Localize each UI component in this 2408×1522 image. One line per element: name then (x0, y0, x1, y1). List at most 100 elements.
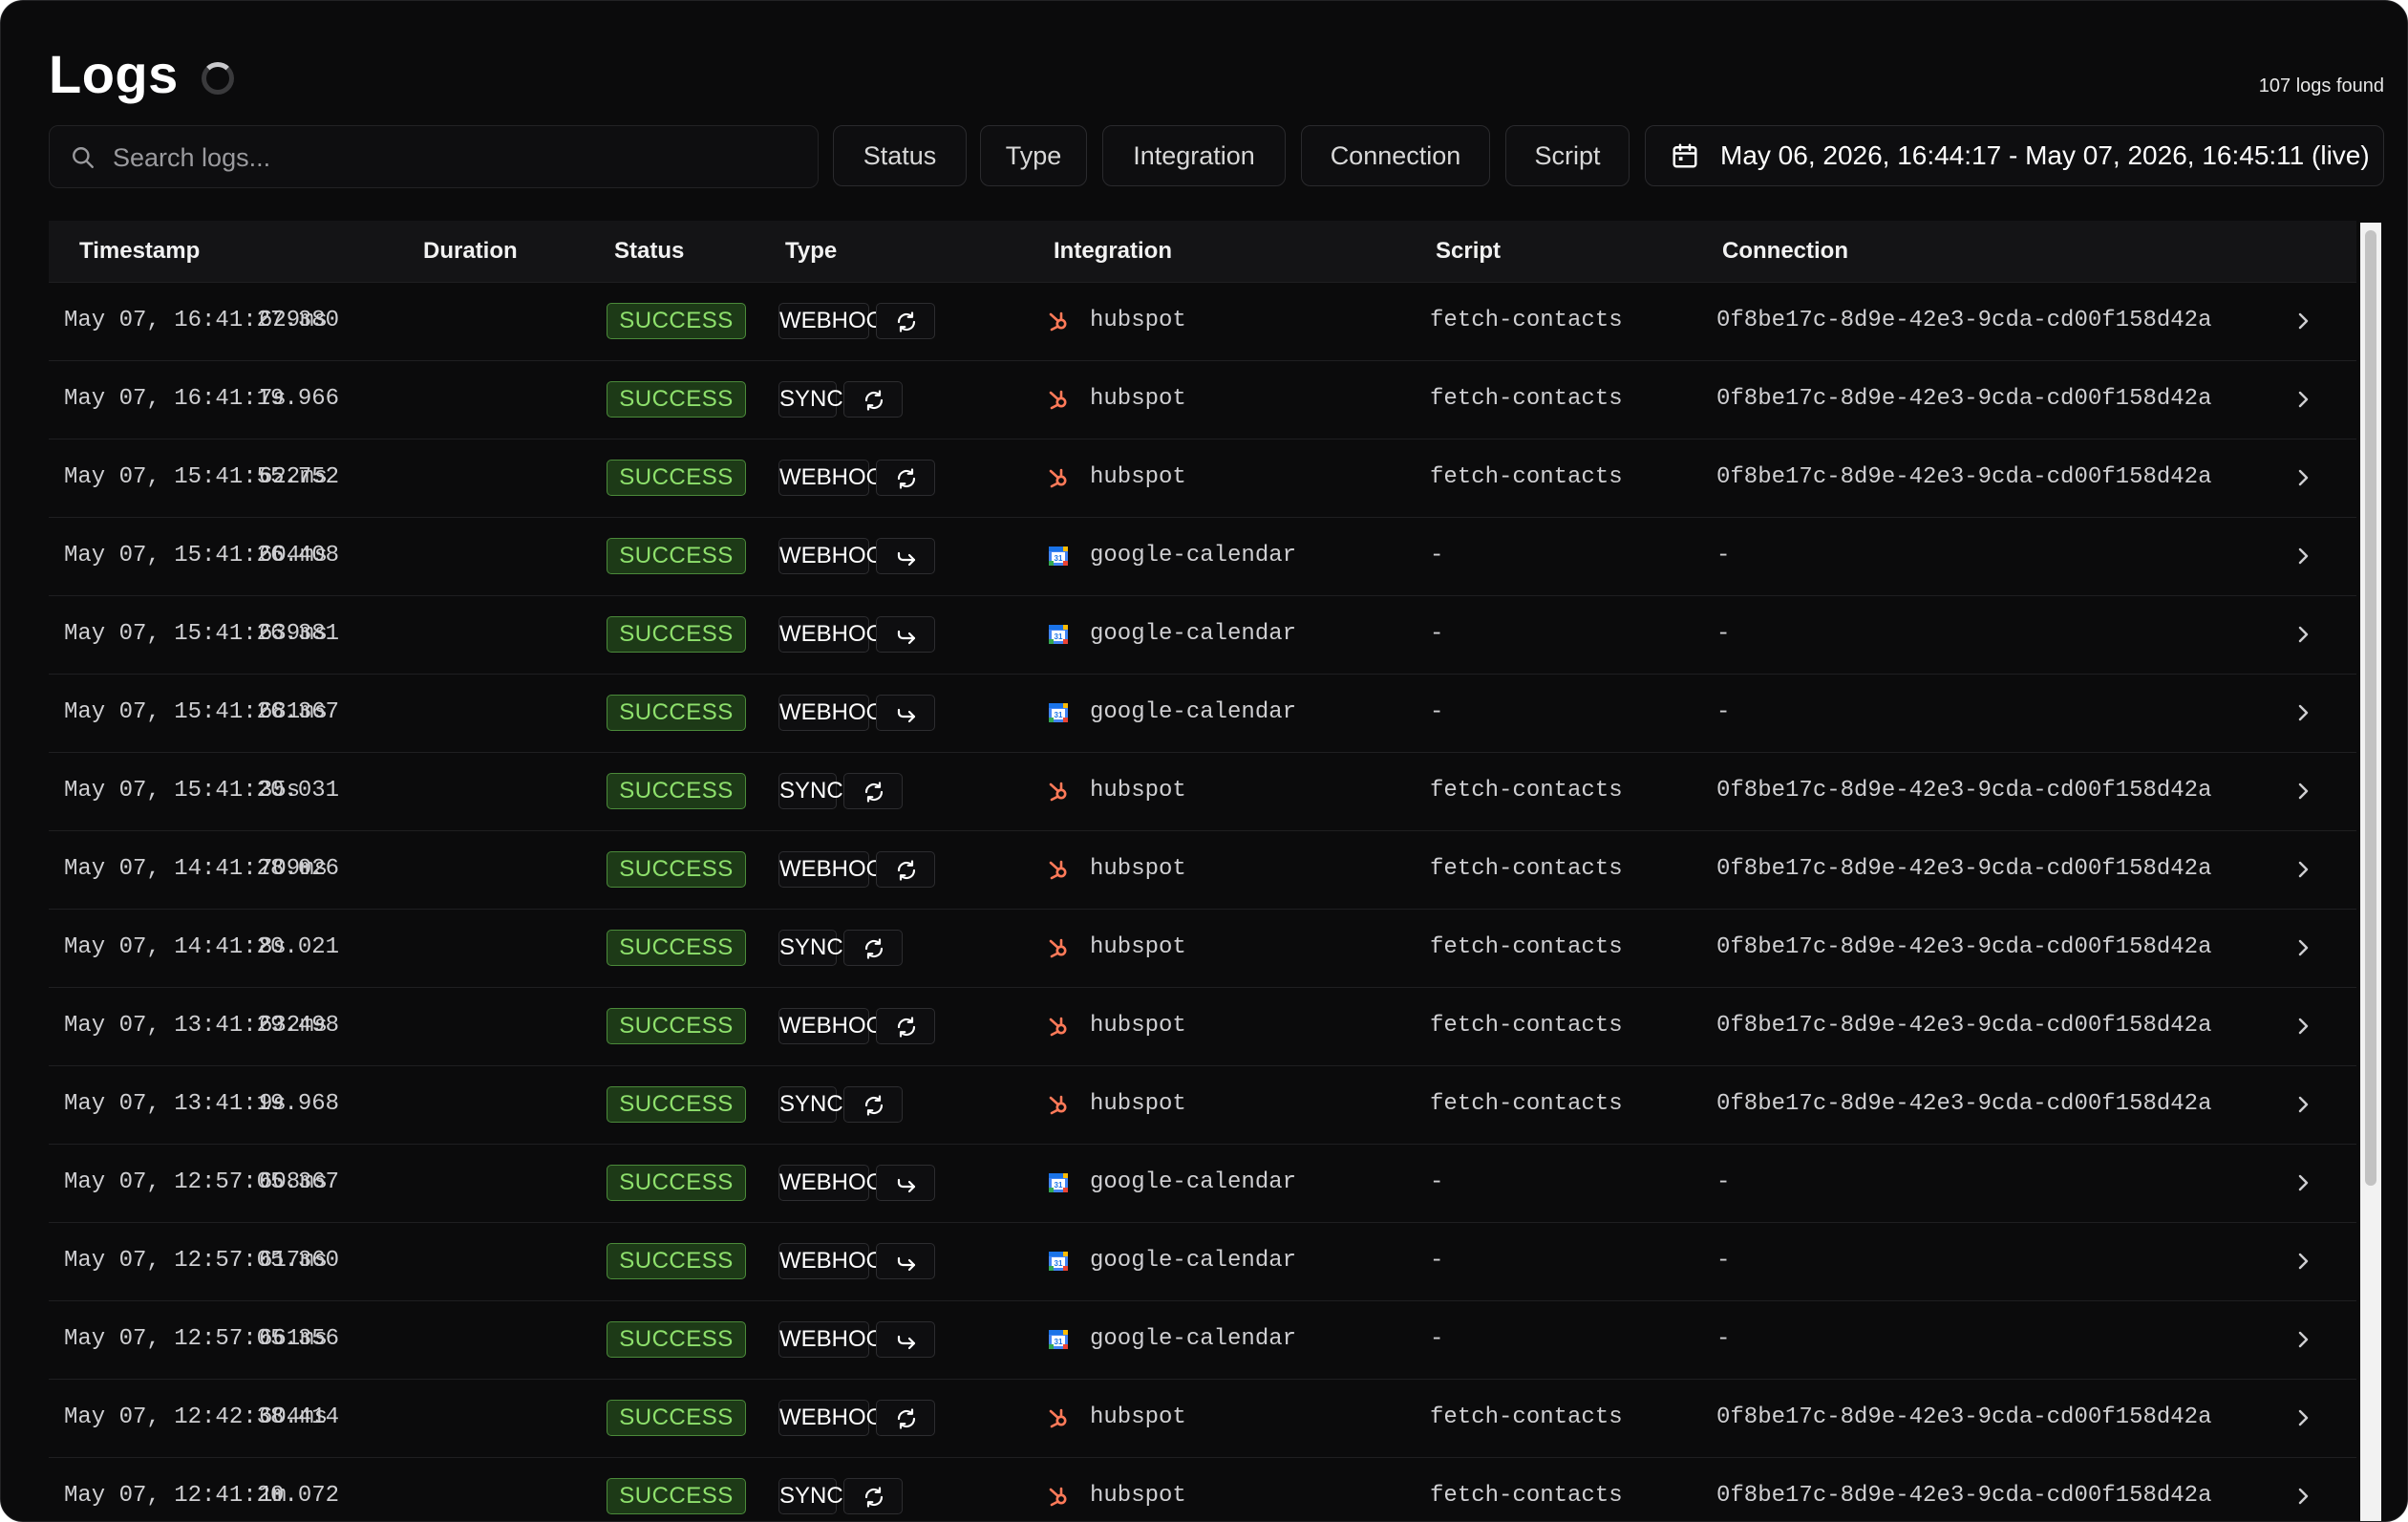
chevron-right-icon[interactable] (2294, 699, 2313, 726)
cell-timestamp: May 07, 13:41:19.968 (64, 1091, 340, 1117)
status-badge: SUCCESS (607, 616, 746, 653)
status-badge: SUCCESS (607, 851, 746, 888)
cell-integration: hubspot (1090, 308, 1186, 333)
type-badge: WEBHOOK (778, 851, 899, 888)
cell-connection: 0f8be17c-8d9e-42e3-9cda-cd00f158d42a (1716, 1091, 2212, 1117)
column-header-timestamp[interactable]: Timestamp (79, 221, 200, 282)
type-badge: WEBHOOK (778, 1165, 899, 1201)
column-header-status[interactable]: Status (614, 221, 684, 282)
script-filter-button[interactable]: Script (1505, 125, 1630, 186)
cell-connection: - (1716, 1248, 1731, 1274)
cell-duration: 604ms (259, 1404, 329, 1430)
table-row[interactable]: May 07, 12:42:38.414 604ms SUCCESS WEBHOOK h… (49, 1380, 2356, 1458)
cell-integration: hubspot (1090, 1404, 1186, 1430)
chevron-right-icon[interactable] (2294, 934, 2313, 961)
cell-integration: hubspot (1090, 856, 1186, 882)
cell-integration: google-calendar (1090, 1326, 1297, 1352)
table-row[interactable]: May 07, 14:41:20.021 8s SUCCESS SYNC hubspot… (49, 910, 2356, 988)
cell-integration: hubspot (1090, 386, 1186, 412)
cell-connection: 0f8be17c-8d9e-42e3-9cda-cd00f158d42a (1716, 1013, 2212, 1039)
cell-connection: 0f8be17c-8d9e-42e3-9cda-cd00f158d42a (1716, 464, 2212, 490)
cell-script: fetch-contacts (1430, 1404, 1623, 1430)
search-box (49, 125, 819, 189)
column-header-type[interactable]: Type (785, 221, 837, 282)
table-row[interactable]: May 07, 15:41:26.408 604ms SUCCESS WEBHOOK 3… (49, 518, 2356, 596)
type-badge: WEBHOOK (778, 303, 899, 339)
table-row[interactable]: May 07, 12:57:05.367 608ms SUCCESS WEBHOOK 3… (49, 1145, 2356, 1223)
cell-script: fetch-contacts (1430, 386, 1623, 412)
cell-connection: - (1716, 1169, 1731, 1195)
table-row[interactable]: May 07, 13:41:19.968 9s SUCCESS SYNC hubspot… (49, 1066, 2356, 1145)
chevron-right-icon[interactable] (2294, 1326, 2313, 1353)
chevron-right-icon[interactable] (2294, 386, 2313, 413)
forward-arrow-icon (876, 1243, 935, 1279)
chevron-right-icon[interactable] (2294, 543, 2313, 569)
logs-count: 107 logs found (2258, 75, 2384, 96)
svg-text:31: 31 (1055, 1338, 1063, 1346)
table-row[interactable]: May 07, 16:41:27.380 629ms SUCCESS WEBHOOK h… (49, 283, 2356, 361)
chevron-right-icon[interactable] (2294, 1013, 2313, 1040)
chevron-right-icon[interactable] (2294, 778, 2313, 804)
cell-integration: google-calendar (1090, 621, 1297, 647)
chevron-right-icon[interactable] (2294, 1169, 2313, 1196)
chevron-right-icon[interactable] (2294, 1404, 2313, 1431)
table-header: Timestamp Duration Status Type Integrati… (49, 221, 2356, 283)
cell-script: fetch-contacts (1430, 308, 1623, 333)
column-header-integration[interactable]: Integration (1054, 221, 1172, 282)
cell-connection: - (1716, 1326, 1731, 1352)
chevron-right-icon[interactable] (2294, 1248, 2313, 1275)
table-row[interactable]: May 07, 13:41:29.498 632ms SUCCESS WEBHOOK h… (49, 988, 2356, 1066)
table-row[interactable]: May 07, 16:41:19.966 7s SUCCESS SYNC hubspot… (49, 361, 2356, 439)
date-range-picker[interactable]: May 06, 2026, 16:44:17 - May 07, 2026, 1… (1645, 125, 2384, 186)
chevron-right-icon[interactable] (2294, 308, 2313, 334)
cell-timestamp: May 07, 12:41:20.072 (64, 1483, 340, 1509)
logs-app: Logs 107 logs found Status Type Integrat… (0, 0, 2408, 1522)
table-row[interactable]: May 07, 15:41:26.367 681ms SUCCESS WEBHOOK 3… (49, 675, 2356, 753)
refresh-icon (843, 773, 903, 809)
forward-arrow-icon (876, 695, 935, 731)
column-header-duration[interactable]: Duration (423, 221, 518, 282)
status-badge: SUCCESS (607, 1478, 746, 1514)
table-row[interactable]: May 07, 15:41:20.031 35s SUCCESS SYNC hubspo… (49, 753, 2356, 831)
scrollbar-thumb[interactable] (2365, 230, 2376, 1186)
integration-filter-button[interactable]: Integration (1102, 125, 1286, 186)
cell-integration: hubspot (1090, 1091, 1186, 1117)
hubspot-icon (1047, 780, 1070, 803)
search-input[interactable] (111, 126, 802, 189)
cell-duration: 661ms (259, 1326, 329, 1352)
refresh-icon (876, 460, 935, 496)
status-badge: SUCCESS (607, 1400, 746, 1436)
chevron-right-icon[interactable] (2294, 856, 2313, 883)
cell-script: - (1430, 1169, 1444, 1195)
table-row[interactable]: May 07, 15:41:26.381 639ms SUCCESS WEBHOOK 3… (49, 596, 2356, 675)
chevron-right-icon[interactable] (2294, 1091, 2313, 1118)
table-row[interactable]: May 07, 15:41:55.752 622ms SUCCESS WEBHOOK h… (49, 439, 2356, 518)
column-header-connection[interactable]: Connection (1722, 221, 1848, 282)
chevron-right-icon[interactable] (2294, 621, 2313, 648)
svg-text:31: 31 (1055, 632, 1063, 641)
cell-integration: google-calendar (1090, 1169, 1297, 1195)
type-badge: WEBHOOK (778, 1400, 899, 1436)
logs-table: Timestamp Duration Status Type Integrati… (49, 221, 2356, 1521)
refresh-icon (876, 303, 935, 339)
svg-text:31: 31 (1055, 1259, 1063, 1268)
chevron-right-icon[interactable] (2294, 1483, 2313, 1510)
table-row[interactable]: May 07, 12:41:20.072 1m SUCCESS SYNC hubspot… (49, 1458, 2356, 1521)
table-row[interactable]: May 07, 12:57:05.360 617ms SUCCESS WEBHOOK 3… (49, 1223, 2356, 1301)
status-badge: SUCCESS (607, 303, 746, 339)
loading-spinner-icon (202, 62, 234, 95)
cell-connection: - (1716, 543, 1731, 568)
type-badge: SYNC (778, 1478, 843, 1514)
status-filter-button[interactable]: Status (833, 125, 967, 186)
column-header-script[interactable]: Script (1436, 221, 1501, 282)
date-range-label: May 06, 2026, 16:44:17 - May 07, 2026, 1… (1720, 140, 2370, 170)
table-row[interactable]: May 07, 14:41:28.026 709ms SUCCESS WEBHOOK h… (49, 831, 2356, 910)
table-row[interactable]: May 07, 12:57:05.356 661ms SUCCESS WEBHOOK 3… (49, 1301, 2356, 1380)
hubspot-icon (1047, 310, 1070, 332)
status-badge: SUCCESS (607, 1008, 746, 1044)
type-filter-button[interactable]: Type (980, 125, 1087, 186)
hubspot-icon (1047, 1093, 1070, 1116)
cell-connection: - (1716, 699, 1731, 725)
connection-filter-button[interactable]: Connection (1301, 125, 1490, 186)
chevron-right-icon[interactable] (2294, 464, 2313, 491)
